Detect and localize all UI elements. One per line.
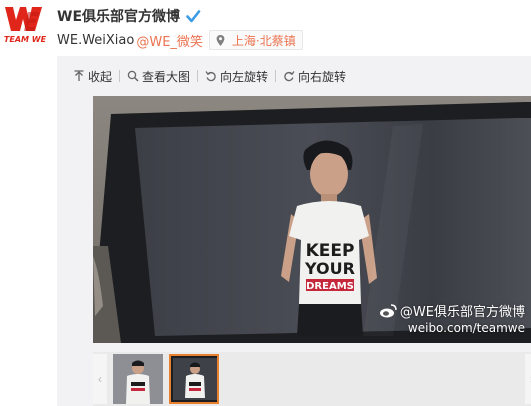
view-large-label: 查看大图 (142, 69, 191, 84)
avatar[interactable]: TEAM WE (2, 4, 46, 48)
location-chip[interactable]: 上海·北蔡镇 (208, 30, 303, 50)
view-large-button[interactable]: 查看大图 (127, 68, 190, 85)
shirt-text-1: KEEP (306, 241, 355, 261)
watermark-line-1: @WE俱乐部官方微博 (379, 301, 525, 320)
location-pin-icon (216, 34, 225, 46)
location-text: 上海·北蔡镇 (231, 33, 296, 48)
collapse-label: 收起 (88, 69, 113, 84)
watermark-handle: @WE俱乐部官方微博 (399, 305, 525, 320)
toolbar-divider (197, 70, 199, 82)
media-toolbar: 收起 查看大图 向左旋转 向右旋转 (57, 56, 531, 96)
thumbnail-item-selected[interactable] (169, 354, 219, 404)
rotate-right-button[interactable]: 向右旋转 (283, 68, 346, 85)
post-meta: WE.WeiXiao @WE_微笑 上海·北蔡镇 (57, 29, 303, 51)
toolbar-divider (119, 70, 121, 82)
thumbnail-strip: ‹ › (93, 352, 531, 406)
thumbnail-prev-button[interactable]: ‹ (93, 354, 107, 404)
logo-text: TEAM WE (3, 35, 47, 44)
post-author[interactable]: WE.WeiXiao (57, 33, 134, 48)
collapse-up-icon (74, 70, 84, 81)
mention-link[interactable]: @WE_微笑 (136, 31, 203, 50)
we-logo-icon (5, 7, 42, 31)
media-panel: 收起 查看大图 向左旋转 向右旋转 KEEP YOUR DREAMS @WE俱乐… (57, 56, 531, 406)
rotate-right-icon (284, 71, 295, 82)
account-nickname[interactable]: WE俱乐部官方微博 (57, 6, 180, 26)
thumbnail-item[interactable] (113, 354, 163, 404)
post-header: WE俱乐部官方微博 (57, 4, 201, 28)
thumbnail-image-1 (113, 354, 163, 404)
toolbar-divider (275, 70, 277, 82)
rotate-left-button[interactable]: 向左旋转 (205, 68, 268, 85)
shirt-text-3: DREAMS (306, 281, 354, 292)
photo-watermark: @WE俱乐部官方微博 weibo.com/teamwe (379, 301, 525, 335)
rotate-left-icon (205, 71, 216, 82)
collapse-button[interactable]: 收起 (73, 68, 112, 85)
shirt-text-2: YOUR (304, 259, 355, 278)
watermark-line-2: weibo.com/teamwe (407, 321, 525, 335)
main-photo[interactable]: KEEP YOUR DREAMS @WE俱乐部官方微博 weibo.com/te… (93, 96, 531, 343)
weibo-logo-icon (379, 303, 397, 317)
magnifier-icon (127, 70, 139, 82)
thumbnail-next-button[interactable]: › (525, 354, 531, 404)
verified-badge-icon (186, 10, 201, 23)
rotate-left-label: 向左旋转 (220, 69, 269, 84)
rotate-right-label: 向右旋转 (298, 69, 347, 84)
thumbnail-image-2 (169, 354, 219, 404)
